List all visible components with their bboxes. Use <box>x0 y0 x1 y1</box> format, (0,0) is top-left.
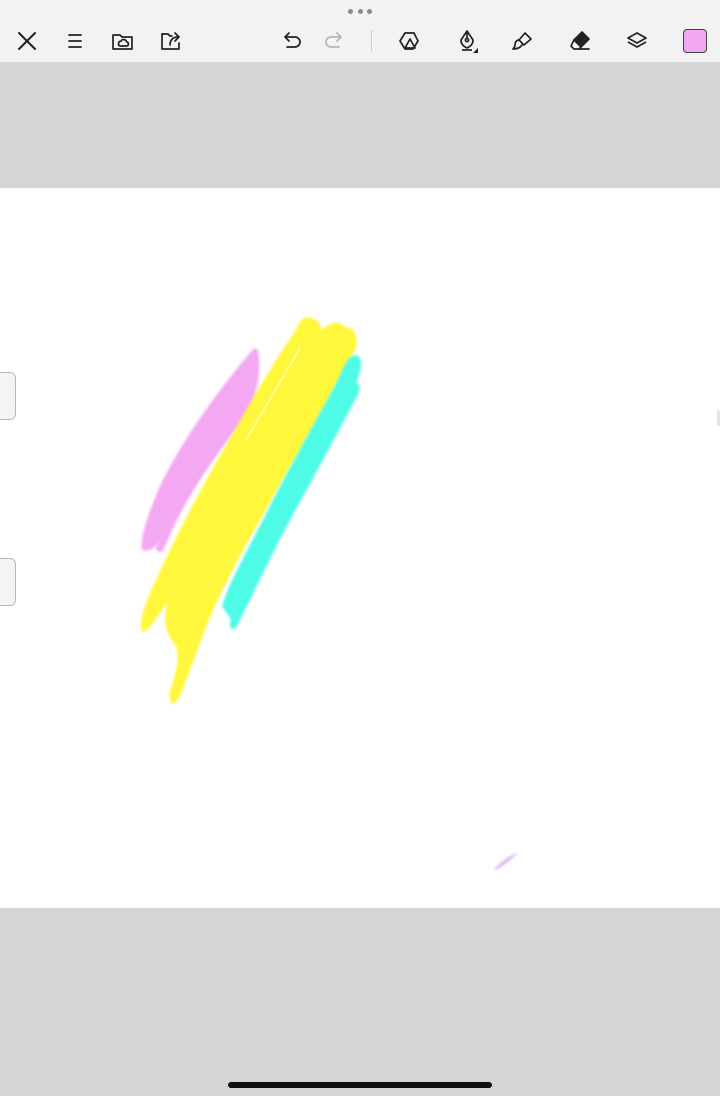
menu-button[interactable] <box>58 24 92 58</box>
layers-button[interactable] <box>620 24 654 58</box>
shapes-icon <box>399 32 419 50</box>
redo-icon <box>325 32 342 48</box>
home-indicator[interactable] <box>228 1082 492 1088</box>
close-button[interactable] <box>10 24 44 58</box>
brush-icon <box>512 32 532 50</box>
menu-icon <box>68 34 82 48</box>
pen-button[interactable] <box>450 24 484 58</box>
folder-cloud-icon <box>112 34 133 50</box>
toolbar-separator <box>371 30 372 52</box>
eraser-button[interactable] <box>563 24 597 58</box>
drawing-canvas[interactable] <box>0 188 720 908</box>
brush-size-handle[interactable] <box>0 372 16 420</box>
close-icon <box>18 32 36 50</box>
eraser-icon <box>570 31 590 50</box>
pen-nib-icon <box>460 30 478 53</box>
undo-icon <box>284 32 301 48</box>
canvas-artwork <box>140 317 518 870</box>
lavender-stroke <box>494 852 518 870</box>
shapes-button[interactable] <box>392 24 426 58</box>
smudge-button[interactable] <box>506 24 540 58</box>
undo-button[interactable] <box>274 24 308 58</box>
brush-opacity-handle[interactable] <box>0 558 16 606</box>
export-icon <box>161 32 180 50</box>
layers-icon <box>627 32 647 48</box>
color-swatch[interactable] <box>683 29 707 53</box>
export-button[interactable] <box>154 24 188 58</box>
top-toolbar <box>0 0 720 62</box>
gallery-button[interactable] <box>106 24 140 58</box>
toolbar-grabber[interactable] <box>348 6 372 16</box>
redo-button[interactable] <box>318 24 352 58</box>
